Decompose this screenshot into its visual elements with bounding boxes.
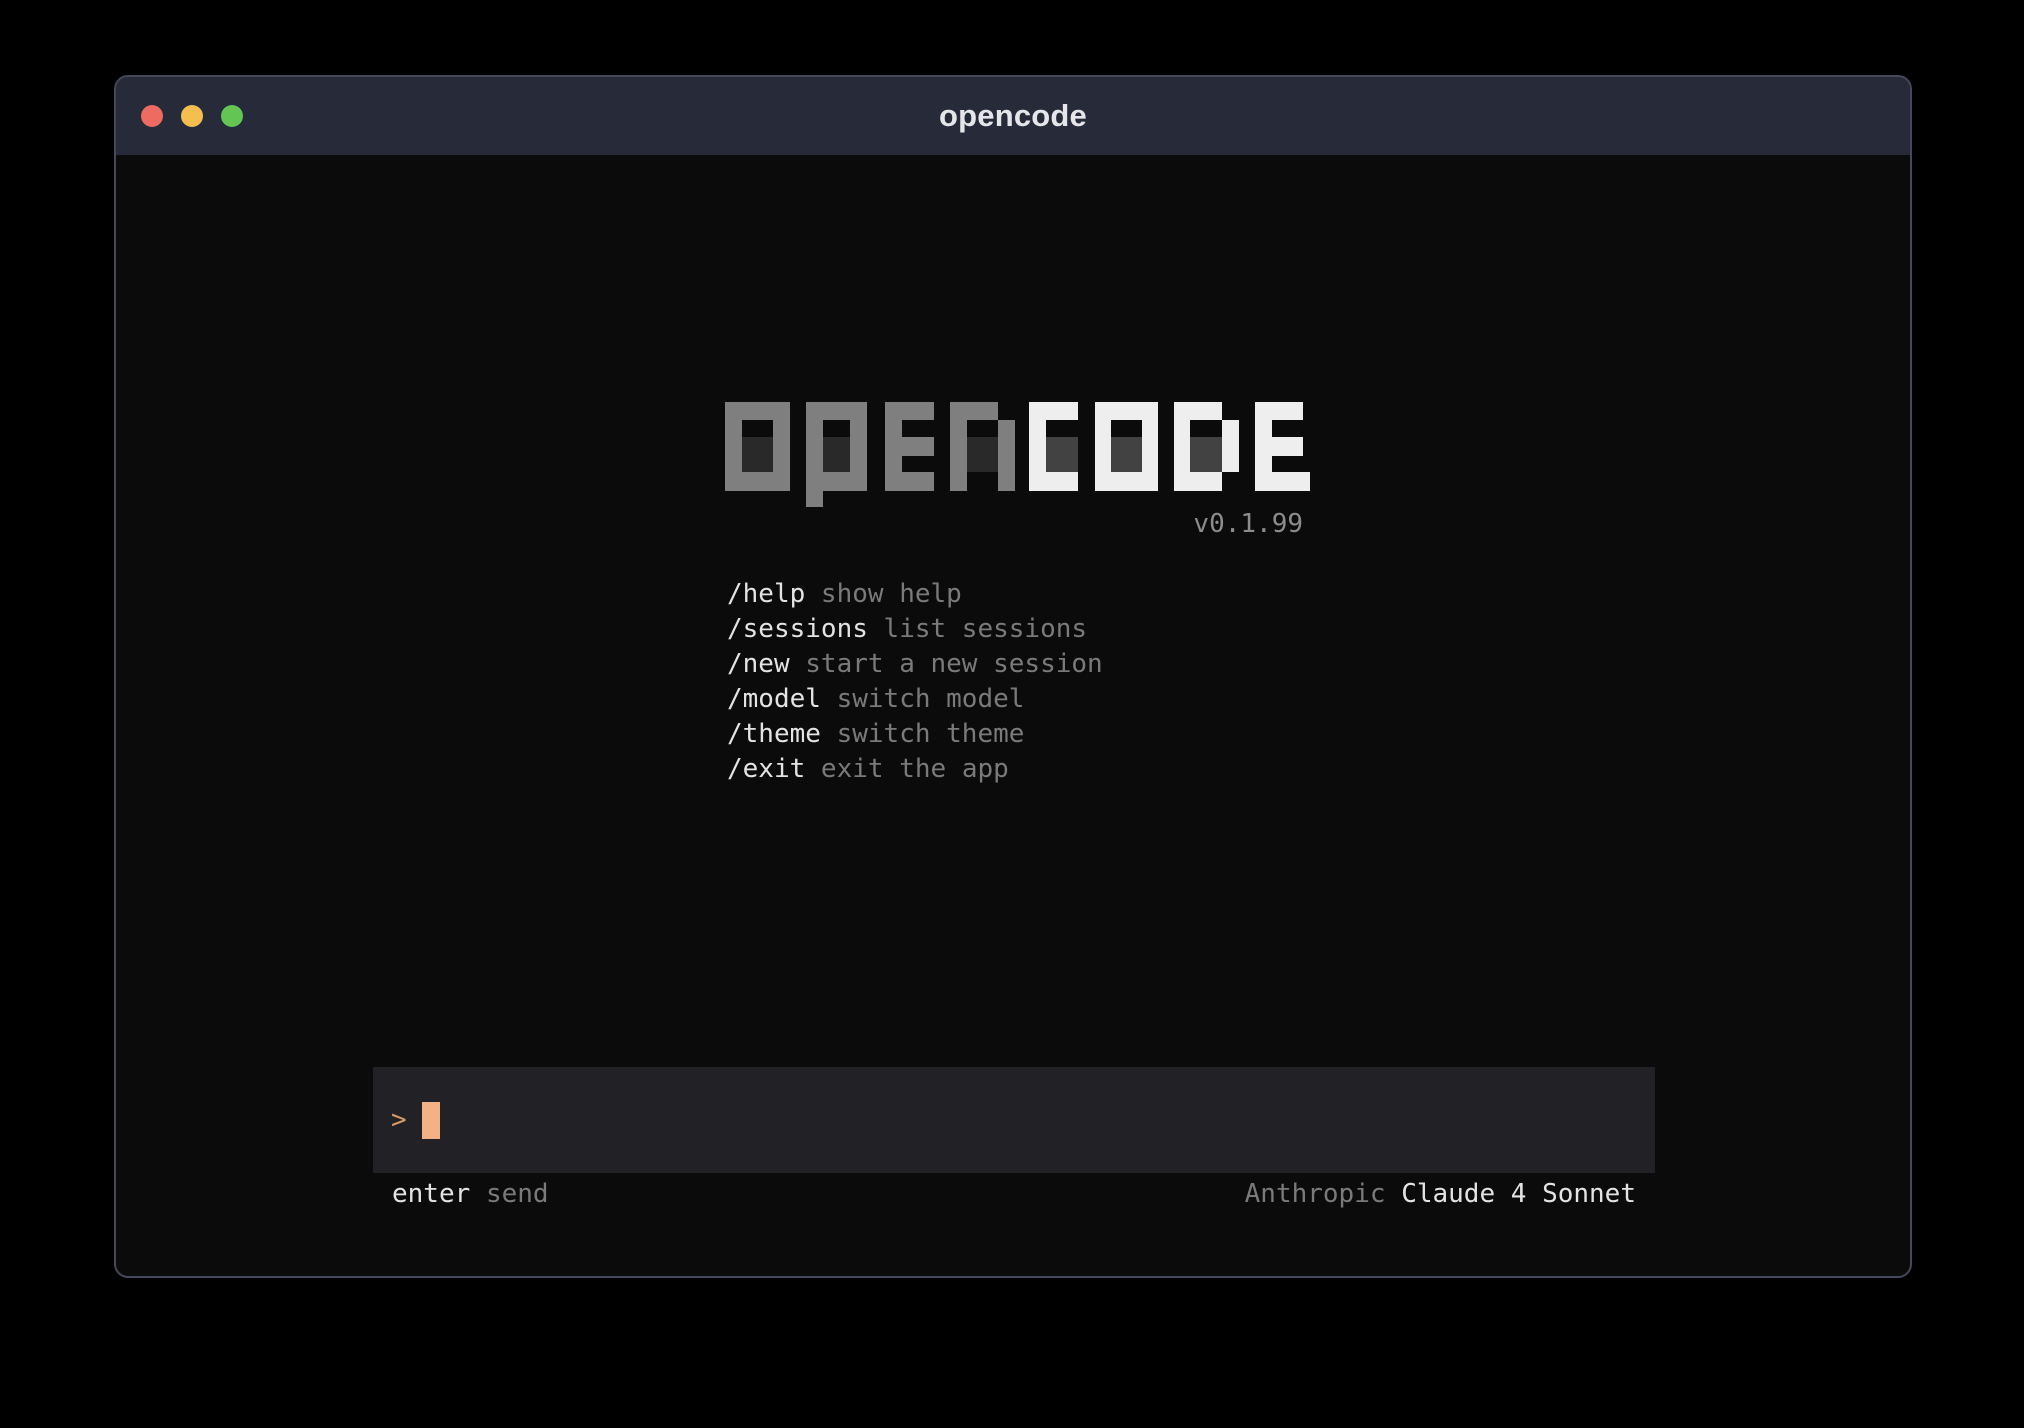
model-indicator: Anthropic Claude 4 Sonnet xyxy=(1245,1177,1636,1212)
command-name: /sessions xyxy=(727,614,868,644)
titlebar[interactable]: opencode xyxy=(116,77,1910,155)
zoom-button[interactable] xyxy=(221,105,243,127)
command-description: exit the app xyxy=(805,754,1009,784)
traffic-lights xyxy=(141,105,243,127)
version-label: v0.1.99 xyxy=(725,507,1303,542)
command-line-model: /model switch model xyxy=(727,682,1103,717)
command-name: /exit xyxy=(727,754,805,784)
prompt-symbol: > xyxy=(391,1103,407,1138)
command-name: /help xyxy=(727,579,805,609)
minimize-button[interactable] xyxy=(181,105,203,127)
command-description: switch model xyxy=(821,684,1025,714)
command-description: show help xyxy=(805,579,962,609)
command-line-theme: /theme switch theme xyxy=(727,717,1103,752)
text-cursor xyxy=(422,1102,440,1139)
command-line-help: /help show help xyxy=(727,577,1103,612)
keybind-action xyxy=(470,1179,486,1209)
command-line-sessions: /sessions list sessions xyxy=(727,612,1103,647)
command-line-exit: /exit exit the app xyxy=(727,752,1103,787)
command-name: /new xyxy=(727,649,790,679)
command-line-new: /new start a new session xyxy=(727,647,1103,682)
keybind-key: enter xyxy=(392,1179,470,1209)
command-name: /model xyxy=(727,684,821,714)
keybind-hint: enter send xyxy=(392,1177,549,1212)
command-description: switch theme xyxy=(821,719,1025,749)
command-description: list sessions xyxy=(868,614,1087,644)
provider-label: Anthropic xyxy=(1245,1179,1386,1209)
command-description: start a new session xyxy=(790,649,1103,679)
status-bar: enter send Anthropic Claude 4 Sonnet xyxy=(373,1177,1655,1212)
keybind-action-label: send xyxy=(486,1179,549,1209)
command-help-list: /help show help/sessions list sessions/n… xyxy=(727,577,1103,787)
opencode-logo xyxy=(725,402,1310,507)
opencode-window: opencode xyxy=(114,75,1912,1278)
command-name: /theme xyxy=(727,719,821,749)
model-label: Claude 4 Sonnet xyxy=(1401,1179,1636,1209)
close-button[interactable] xyxy=(141,105,163,127)
message-input[interactable]: > xyxy=(373,1067,1655,1173)
window-title: opencode xyxy=(939,98,1087,134)
